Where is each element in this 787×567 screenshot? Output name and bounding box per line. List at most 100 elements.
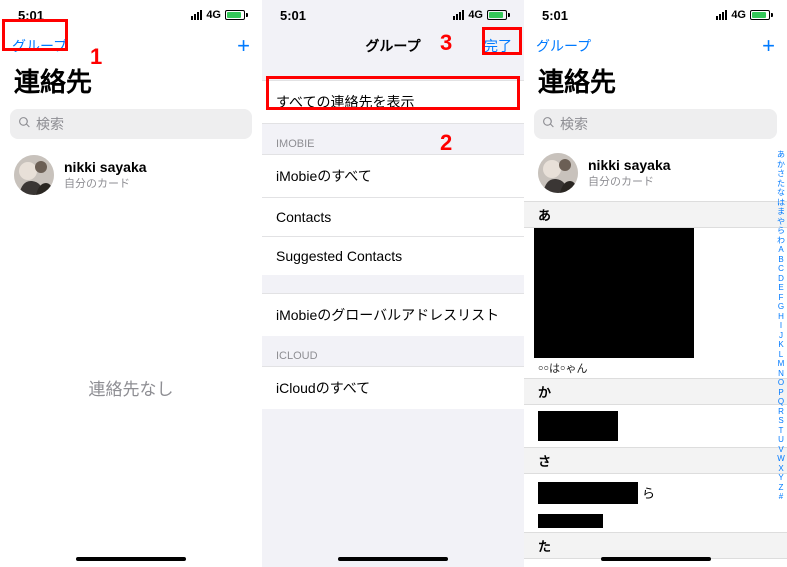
me-sub: 自分のカード <box>588 173 671 189</box>
group-row[interactable]: Suggested Contacts <box>262 237 524 275</box>
section-index-ta: た <box>524 532 787 559</box>
network-label: 4G <box>206 9 221 21</box>
index-rail-letter[interactable]: L <box>777 350 785 359</box>
index-rail-letter[interactable]: S <box>777 416 785 425</box>
status-bar: 5:01 4G <box>524 0 787 30</box>
screen-2-groups: 3 2 5:01 4G グループ 完了 すべての連絡先を表示 IMOBIE iM… <box>262 0 524 567</box>
group-row[interactable]: iMobieのすべて <box>262 154 524 198</box>
section-index-sa: さ <box>524 447 787 474</box>
search-input[interactable]: 検索 <box>10 109 252 139</box>
signal-icon <box>453 10 464 20</box>
status-right: 4G <box>453 9 510 21</box>
index-rail-letter[interactable]: I <box>777 321 785 330</box>
search-icon <box>542 116 555 132</box>
network-label: 4G <box>731 9 746 21</box>
section-header-imobie: IMOBIE <box>262 124 524 154</box>
me-sub: 自分のカード <box>64 175 147 191</box>
index-rail-letter[interactable]: N <box>777 369 785 378</box>
index-rail-letter[interactable]: O <box>777 378 785 387</box>
index-rail-letter[interactable]: V <box>777 445 785 454</box>
redacted-contacts <box>538 514 603 528</box>
section-index-ka: か <box>524 378 787 405</box>
redacted-contacts <box>534 228 694 358</box>
index-rail-letter[interactable]: G <box>777 302 785 311</box>
index-rail-letter[interactable]: か <box>777 160 785 169</box>
me-card[interactable]: nikki sayaka 自分のカード <box>524 145 787 201</box>
network-label: 4G <box>468 9 483 21</box>
index-rail-letter[interactable]: A <box>777 245 785 254</box>
status-time: 5:01 <box>542 8 568 23</box>
avatar <box>538 153 578 193</box>
status-bar: 5:01 4G <box>0 0 262 30</box>
index-rail-letter[interactable]: Y <box>777 473 785 482</box>
index-rail-letter[interactable]: ら <box>777 226 785 235</box>
contact-row-partial[interactable]: ￮￮は￮ゃん <box>524 358 787 378</box>
group-row-global[interactable]: iMobieのグローバルアドレスリスト <box>262 293 524 336</box>
signal-icon <box>716 10 727 20</box>
home-indicator[interactable] <box>601 557 711 561</box>
me-card[interactable]: nikki sayaka 自分のカード <box>0 145 262 205</box>
nav-bar: グループ + <box>0 30 262 62</box>
battery-icon <box>225 10 248 20</box>
nav-bar: グループ + <box>524 30 787 62</box>
index-rail-letter[interactable]: E <box>777 283 785 292</box>
groups-button[interactable]: グループ <box>536 36 591 56</box>
index-rail-letter[interactable]: C <box>777 264 785 273</box>
alphabet-index-rail[interactable]: あかさたなはまやらわABCDEFGHIJKLMNOPQRSTUVWXYZ# <box>777 150 785 501</box>
group-row[interactable]: iCloudのすべて <box>262 366 524 409</box>
screen-3-contacts-list: 5:01 4G グループ + 連絡先 検索 nikki sayaka <box>524 0 787 567</box>
redacted-contacts <box>538 482 638 504</box>
add-contact-button[interactable]: + <box>762 35 775 57</box>
index-rail-letter[interactable]: U <box>777 435 785 444</box>
home-indicator[interactable] <box>76 557 186 561</box>
index-rail-letter[interactable]: M <box>777 359 785 368</box>
index-rail-letter[interactable]: R <box>777 407 785 416</box>
index-rail-letter[interactable]: X <box>777 464 785 473</box>
show-all-contacts-row[interactable]: すべての連絡先を表示 <box>262 80 524 124</box>
done-button[interactable]: 完了 <box>484 36 512 56</box>
index-rail-letter[interactable]: ま <box>777 207 785 216</box>
status-bar: 5:01 4G <box>262 0 524 30</box>
redacted-contacts <box>538 411 618 441</box>
me-name: nikki sayaka <box>64 159 147 175</box>
me-card-text: nikki sayaka 自分のカード <box>588 157 671 189</box>
section-header-icloud: ICLOUD <box>262 336 524 366</box>
search-icon <box>18 116 31 132</box>
index-rail-letter[interactable]: # <box>777 492 785 501</box>
page-title: 連絡先 <box>524 62 787 103</box>
index-rail-letter[interactable]: Q <box>777 397 785 406</box>
status-right: 4G <box>191 9 248 21</box>
nav-bar: グループ 完了 <box>262 30 524 62</box>
index-rail-letter[interactable]: や <box>777 217 785 226</box>
index-rail-letter[interactable]: た <box>777 179 785 188</box>
index-rail-letter[interactable]: あ <box>777 150 785 159</box>
section-index-a: あ <box>524 201 787 228</box>
index-rail-letter[interactable]: T <box>777 426 785 435</box>
index-rail-letter[interactable]: な <box>777 188 785 197</box>
status-right: 4G <box>716 9 773 21</box>
add-contact-button[interactable]: + <box>237 35 250 57</box>
index-rail-letter[interactable]: K <box>777 340 785 349</box>
index-rail-letter[interactable]: F <box>777 293 785 302</box>
index-rail-letter[interactable]: Z <box>777 483 785 492</box>
search-input[interactable]: 検索 <box>534 109 777 139</box>
index-rail-letter[interactable]: さ <box>777 169 785 178</box>
contact-name-fragment: ら <box>642 483 655 502</box>
index-rail-letter[interactable]: D <box>777 274 785 283</box>
index-rail-letter[interactable]: J <box>777 331 785 340</box>
index-rail-letter[interactable]: W <box>777 454 785 463</box>
page-title: 連絡先 <box>0 62 262 103</box>
groups-button[interactable]: グループ <box>12 36 67 56</box>
avatar <box>14 155 54 195</box>
search-placeholder: 検索 <box>36 114 64 134</box>
status-time: 5:01 <box>280 8 306 23</box>
group-row[interactable]: Contacts <box>262 198 524 237</box>
home-indicator[interactable] <box>338 557 448 561</box>
battery-icon <box>487 10 510 20</box>
me-card-text: nikki sayaka 自分のカード <box>64 159 147 191</box>
index-rail-letter[interactable]: B <box>777 255 785 264</box>
index-rail-letter[interactable]: P <box>777 388 785 397</box>
index-rail-letter[interactable]: H <box>777 312 785 321</box>
index-rail-letter[interactable]: わ <box>777 236 785 245</box>
index-rail-letter[interactable]: は <box>777 198 785 207</box>
